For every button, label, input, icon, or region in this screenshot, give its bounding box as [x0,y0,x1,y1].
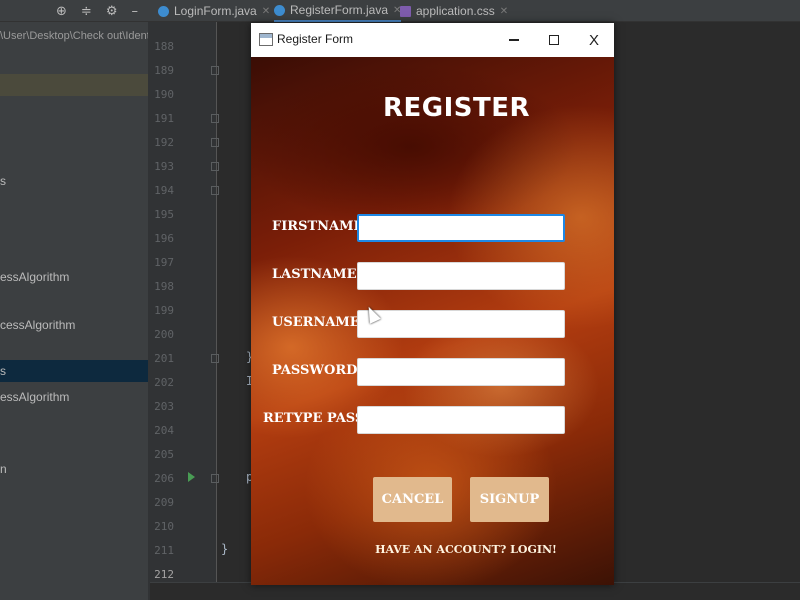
close-icon[interactable]: ✕ [262,6,270,17]
line-number: 193 [154,160,174,173]
line-number: 191 [154,112,174,125]
tab-label: RegisterForm.java [290,3,389,17]
run-gutter-icon[interactable] [188,472,195,482]
fold-marker-icon[interactable] [211,66,219,75]
firstname-label: FIRSTNAME: [272,219,369,234]
lastname-label: LASTNAME: [272,267,362,282]
retype-pass-input[interactable] [357,406,565,434]
fold-marker-icon[interactable] [211,354,219,363]
line-number: 212 [154,568,174,581]
line-number: 197 [154,256,174,269]
register-form-content: REGISTER FIRSTNAME: LASTNAME: USERNAME: … [251,57,614,585]
tree-item[interactable]: s [0,174,6,188]
tree-highlight [0,74,148,96]
username-label: USERNAME: [272,315,365,330]
tree-item[interactable]: n [0,462,7,476]
gear-icon[interactable]: ⚙ [106,4,118,19]
minimize-icon[interactable]: – [131,4,138,19]
window-titlebar[interactable]: Register Form X [251,23,614,57]
line-number: 203 [154,400,174,413]
register-form-window: Register Form X REGISTER FIRSTNAME: LAST… [251,23,614,585]
line-number: 194 [154,184,174,197]
username-input[interactable] [357,310,565,338]
minimize-icon [509,39,519,41]
tab-label: LoginForm.java [174,4,257,18]
app-window-icon [259,33,273,46]
tree-item[interactable]: cessAlgorithm [0,318,75,332]
line-number: 196 [154,232,174,245]
project-panel: \User\Desktop\Check out\Ident s essAlgor… [0,22,148,600]
fold-marker-icon[interactable] [211,162,219,171]
firstname-input[interactable] [357,214,565,242]
tree-item[interactable]: essAlgorithm [0,270,69,284]
java-class-icon [158,5,169,17]
line-number: 211 [154,544,174,557]
tab-registerform[interactable]: RegisterForm.java ✕ [274,0,402,22]
password-input[interactable] [357,358,565,386]
css-file-icon [400,5,411,17]
line-number: 188 [154,40,174,53]
register-heading: REGISTER [382,93,531,123]
project-path: \User\Desktop\Check out\Ident [0,30,148,42]
tree-item[interactable]: s [0,364,6,378]
crosshair-icon[interactable]: ⊕ [56,4,67,19]
line-number: 209 [154,496,174,509]
close-icon: X [588,31,599,49]
maximize-icon [549,35,559,45]
java-class-icon [274,4,285,16]
close-button[interactable]: X [574,23,614,57]
line-number: 201 [154,352,174,365]
minimize-button[interactable] [494,23,534,57]
line-number: 198 [154,280,174,293]
project-toolbar: ⊕ ≑ ⚙ – [56,0,138,22]
split-icon[interactable]: ≑ [81,4,92,19]
tree-selection [0,360,148,382]
maximize-button[interactable] [534,23,574,57]
line-number: 204 [154,424,174,437]
editor-tab-bar: ⊕ ≑ ⚙ – LoginForm.java ✕ RegisterForm.ja… [0,0,800,22]
close-icon[interactable]: ✕ [500,6,508,17]
line-number: 192 [154,136,174,149]
window-title: Register Form [277,32,354,46]
login-link[interactable]: HAVE AN ACCOUNT? LOGIN! [251,543,614,556]
code-fragment: } [221,542,229,556]
line-number: 205 [154,448,174,461]
tab-label: application.css [416,4,495,18]
retype-pass-label: RETYPE PASS: [263,411,370,426]
tree-item[interactable]: essAlgorithm [0,390,69,404]
password-label: PASSWORD: [272,363,363,378]
line-number: 190 [154,88,174,101]
fold-marker-icon[interactable] [211,186,219,195]
tab-loginform[interactable]: LoginForm.java ✕ [158,0,270,22]
line-number: 202 [154,376,174,389]
line-number: 189 [154,64,174,77]
line-number: 206 [154,472,174,485]
tab-application-css[interactable]: application.css ✕ [400,0,508,22]
cancel-button[interactable]: CANCEL [373,477,452,522]
line-number: 200 [154,328,174,341]
fold-marker-icon[interactable] [211,138,219,147]
lastname-input[interactable] [357,262,565,290]
fold-marker-icon[interactable] [211,114,219,123]
signup-button[interactable]: SIGNUP [470,477,549,522]
line-number: 195 [154,208,174,221]
line-number: 199 [154,304,174,317]
line-number: 210 [154,520,174,533]
fold-marker-icon[interactable] [211,474,219,483]
